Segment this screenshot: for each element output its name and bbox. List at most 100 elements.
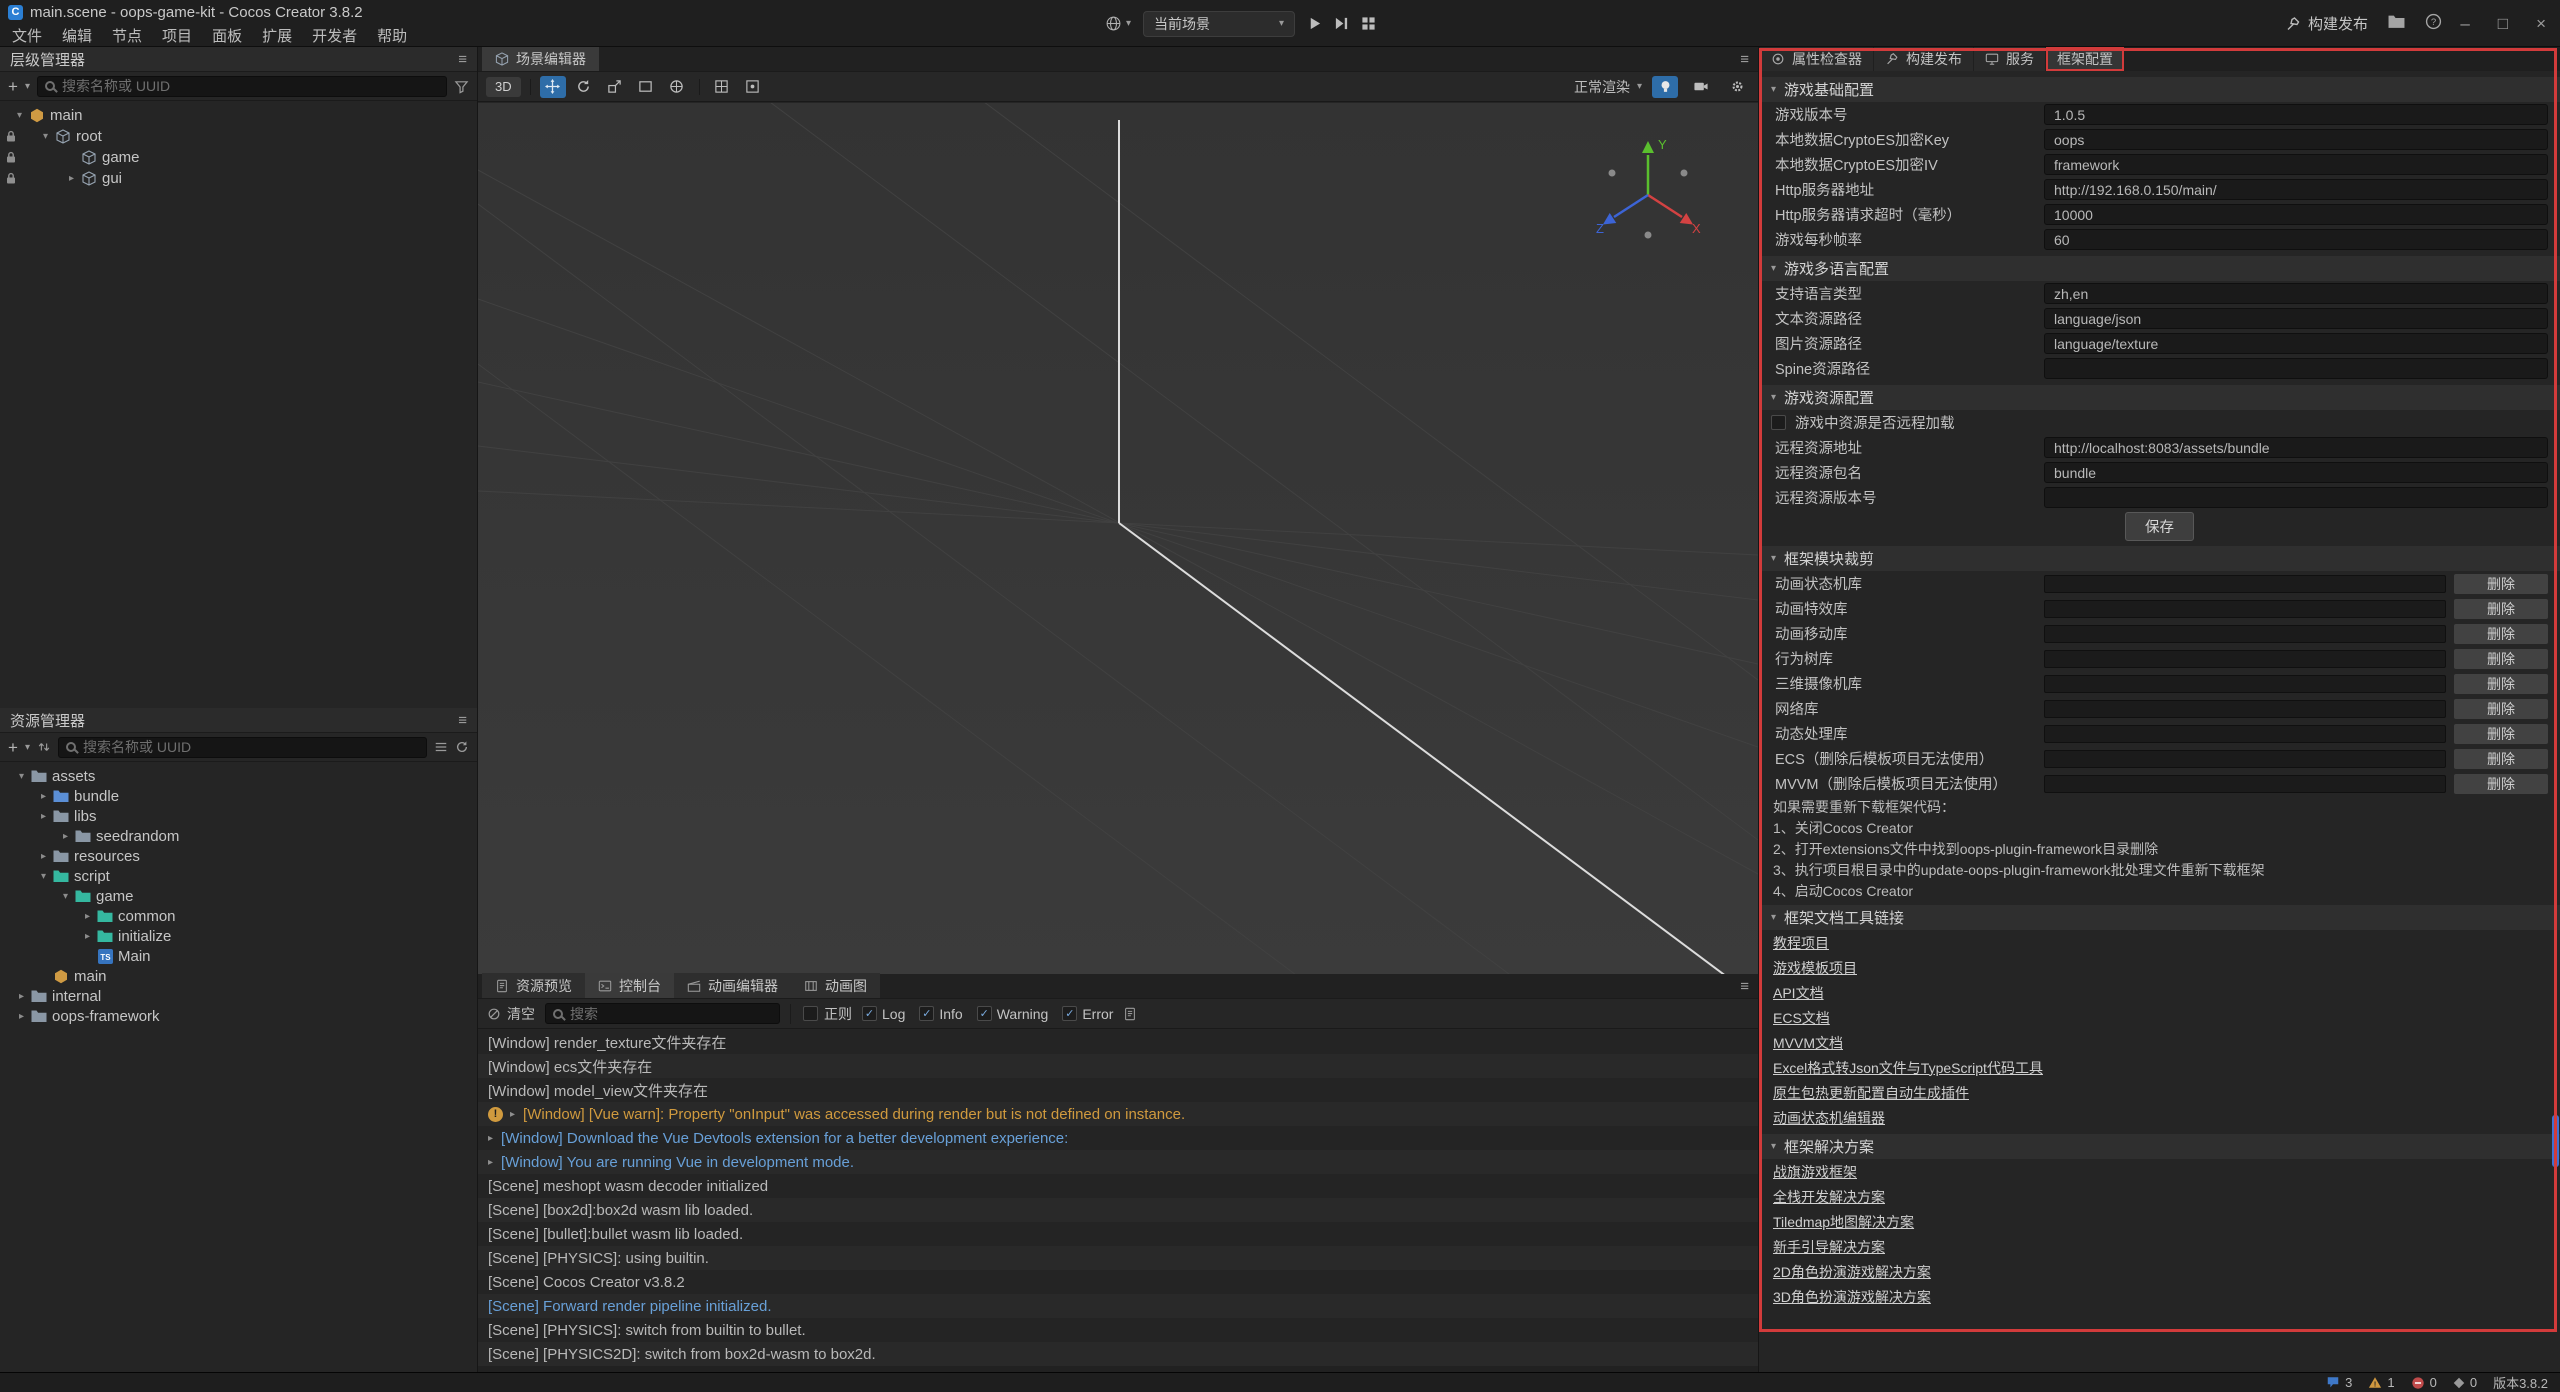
checkbox[interactable]: [862, 1006, 877, 1021]
menu-item[interactable]: 编辑: [52, 25, 102, 46]
filter-log[interactable]: Log: [862, 1006, 905, 1022]
tab-构建发布[interactable]: 构建发布: [1874, 47, 1973, 71]
layout-button[interactable]: [1361, 16, 1376, 31]
tab-资源预览[interactable]: 资源预览: [482, 973, 585, 998]
expand-arrow[interactable]: ▾: [36, 871, 51, 882]
build-publish-button[interactable]: 构建发布: [2285, 13, 2368, 34]
expand-arrow[interactable]: ▾: [12, 110, 27, 121]
doc-link[interactable]: 游戏模板项目: [1773, 958, 1857, 978]
checkbox[interactable]: [1062, 1006, 1077, 1021]
scrollbar-thumb[interactable]: [2552, 1115, 2559, 1167]
module-field[interactable]: [2044, 700, 2446, 718]
expand-arrow[interactable]: ▸: [36, 791, 51, 802]
filter-info[interactable]: Info: [919, 1006, 962, 1022]
property-input[interactable]: 1.0.5: [2044, 104, 2548, 125]
menu-item[interactable]: 面板: [202, 25, 252, 46]
console-line[interactable]: [Scene] [bullet]:bullet wasm lib loaded.: [478, 1222, 1758, 1246]
section-header[interactable]: ▾框架文档工具链接: [1759, 905, 2560, 930]
delete-button[interactable]: 删除: [2454, 724, 2548, 744]
module-field[interactable]: [2044, 650, 2446, 668]
snap-pivot-button[interactable]: [740, 76, 766, 98]
module-field[interactable]: [2044, 775, 2446, 793]
tree-row[interactable]: ▸initialize: [0, 926, 477, 946]
message-count[interactable]: 3: [2326, 1375, 2352, 1390]
tree-row[interactable]: ▸common: [0, 906, 477, 926]
menu-item[interactable]: 节点: [102, 25, 152, 46]
scene-settings-button[interactable]: [1724, 76, 1750, 98]
console-search-input[interactable]: 搜索: [545, 1003, 780, 1024]
menu-item[interactable]: 扩展: [252, 25, 302, 46]
property-input[interactable]: framework: [2044, 154, 2548, 175]
console-line[interactable]: ▸[Window] Download the Vue Devtools exte…: [478, 1126, 1758, 1150]
assets-search-input[interactable]: 搜索名称或 UUID: [58, 737, 427, 758]
tree-row[interactable]: ▸seedrandom: [0, 826, 477, 846]
doc-link[interactable]: 动画状态机编辑器: [1773, 1108, 1885, 1128]
module-field[interactable]: [2044, 675, 2446, 693]
doc-link[interactable]: Excel格式转Json文件与TypeScript代码工具: [1773, 1058, 2043, 1078]
property-input[interactable]: [2044, 487, 2548, 508]
expand-arrow[interactable]: ▾: [38, 131, 53, 142]
module-field[interactable]: [2044, 750, 2446, 768]
regex-toggle[interactable]: 正则: [790, 1004, 852, 1024]
property-input[interactable]: 10000: [2044, 204, 2548, 225]
expand-arrow[interactable]: ▸: [36, 851, 51, 862]
tree-row[interactable]: ▾game: [0, 886, 477, 906]
property-input[interactable]: bundle: [2044, 462, 2548, 483]
tab-scene-editor[interactable]: 场景编辑器: [482, 46, 599, 71]
panel-menu-icon[interactable]: ≡: [1740, 51, 1749, 68]
property-input[interactable]: http://192.168.0.150/main/: [2044, 179, 2548, 200]
tree-row[interactable]: ▸resources: [0, 846, 477, 866]
filter-error[interactable]: Error: [1062, 1006, 1113, 1022]
tree-row[interactable]: ▸libs: [0, 806, 477, 826]
tree-row[interactable]: ▸internal: [0, 986, 477, 1006]
module-field[interactable]: [2044, 575, 2446, 593]
menu-item[interactable]: 帮助: [367, 25, 417, 46]
delete-button[interactable]: 删除: [2454, 699, 2548, 719]
tree-row[interactable]: ▾assets: [0, 766, 477, 786]
gizmo-space-button[interactable]: [664, 76, 690, 98]
delete-button[interactable]: 删除: [2454, 599, 2548, 619]
scene-camera-button[interactable]: [1688, 76, 1714, 98]
console-line[interactable]: ▸[Window] You are running Vue in develop…: [478, 1150, 1758, 1174]
property-input[interactable]: http://localhost:8083/assets/bundle: [2044, 437, 2548, 458]
error-count[interactable]: 0: [2411, 1375, 2437, 1390]
delete-button[interactable]: 删除: [2454, 674, 2548, 694]
checkbox[interactable]: [919, 1006, 934, 1021]
move-tool-button[interactable]: [540, 76, 566, 98]
console-line[interactable]: !▸[Window] [Vue warn]: Property "onInput…: [478, 1102, 1758, 1126]
tree-row[interactable]: game: [0, 147, 477, 168]
module-field[interactable]: [2044, 625, 2446, 643]
console-line[interactable]: [Scene] [PHYSICS2D]: switch from box2d-w…: [478, 1342, 1758, 1366]
panel-menu-icon[interactable]: ≡: [1740, 978, 1749, 995]
expand-arrow[interactable]: ▸: [14, 1011, 29, 1022]
expand-arrow[interactable]: ▾: [58, 891, 73, 902]
tree-row[interactable]: main: [0, 966, 477, 986]
snap-grid-button[interactable]: [709, 76, 735, 98]
console-line[interactable]: [Window] model_view文件夹存在: [478, 1078, 1758, 1102]
tree-row[interactable]: ▾root: [0, 126, 477, 147]
scene-viewport[interactable]: Y X Z: [478, 103, 1758, 974]
property-input[interactable]: [2044, 358, 2548, 379]
tab-动画图[interactable]: 动画图: [791, 973, 880, 998]
delete-button[interactable]: 删除: [2454, 574, 2548, 594]
rotate-tool-button[interactable]: [571, 76, 597, 98]
doc-link[interactable]: 原生包热更新配置自动生成插件: [1773, 1083, 1969, 1103]
maximize-button[interactable]: □: [2498, 14, 2508, 34]
property-input[interactable]: 60: [2044, 229, 2548, 250]
doc-link[interactable]: 2D角色扮演游戏解决方案: [1773, 1262, 1931, 1282]
delete-button[interactable]: 删除: [2454, 624, 2548, 644]
property-input[interactable]: language/texture: [2044, 333, 2548, 354]
console-line[interactable]: [Scene] Forward render pipeline initiali…: [478, 1294, 1758, 1318]
menu-item[interactable]: 文件: [2, 25, 52, 46]
section-header[interactable]: ▾框架模块裁剪: [1759, 546, 2560, 571]
scale-tool-button[interactable]: [602, 76, 628, 98]
checkbox[interactable]: [1771, 415, 1786, 430]
expand-arrow[interactable]: ▸: [36, 811, 51, 822]
tab-服务[interactable]: 服务: [1974, 47, 2045, 71]
preview-target-button[interactable]: ▾: [1105, 15, 1131, 32]
3d-toggle-button[interactable]: 3D: [486, 77, 521, 97]
doc-link[interactable]: 新手引导解决方案: [1773, 1237, 1885, 1257]
rect-tool-button[interactable]: [633, 76, 659, 98]
console-line[interactable]: [Scene] [PHYSICS]: using builtin.: [478, 1246, 1758, 1270]
filter-icon[interactable]: [454, 79, 469, 94]
